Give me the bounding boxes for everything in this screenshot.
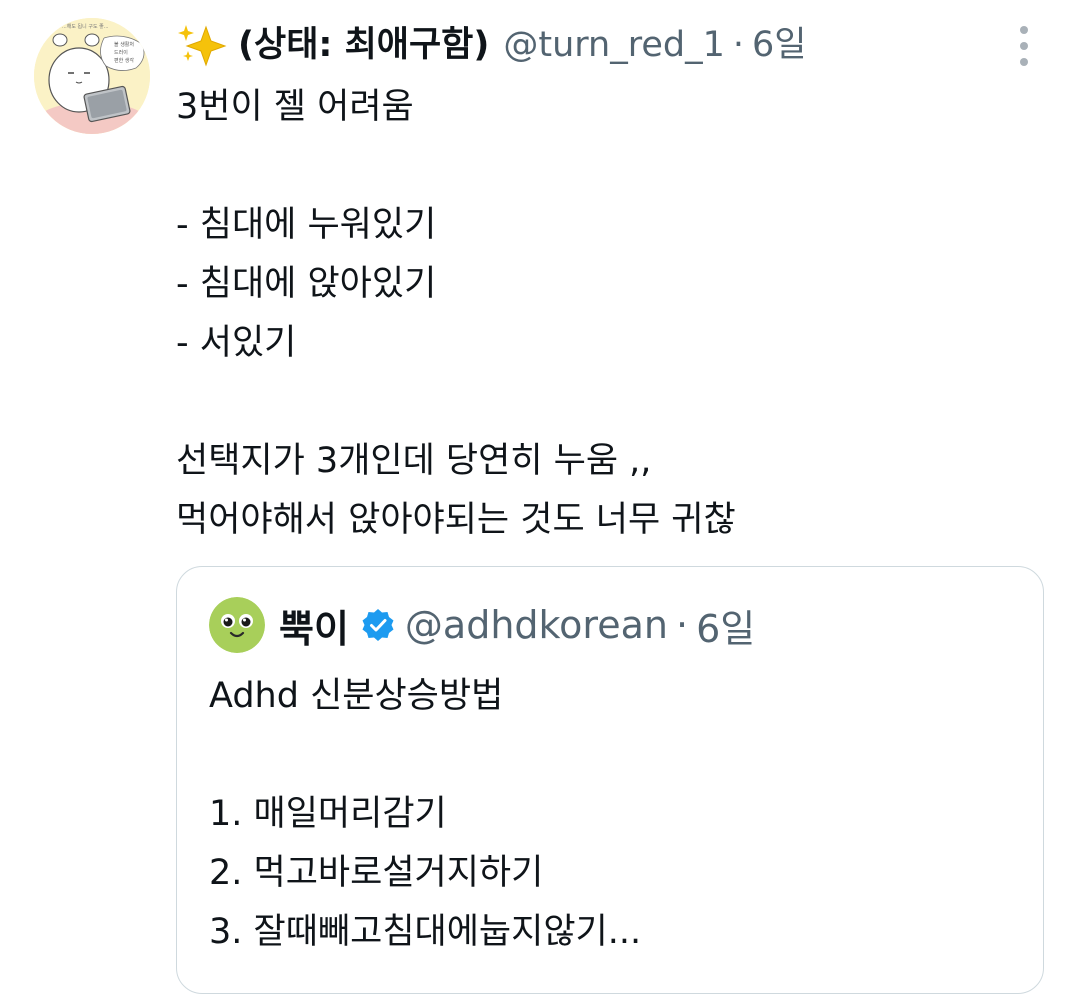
tweet-line: 먹어야해서 앉아야되는 것도 너무 귀찮: [176, 500, 736, 540]
quoted-author-display-name[interactable]: 뿍이: [279, 598, 349, 653]
tweet[interactable]: 볼 생활처 드러이 편한 생각 ...해도 됩니 구도 좋... (상태: 최애…: [0, 0, 1080, 1002]
avatar-doodle-text-3: 편한 생각: [114, 57, 134, 64]
tweet-line: [176, 137, 1036, 196]
quoted-header-separator: ·: [675, 603, 689, 647]
quoted-author-avatar[interactable]: [209, 597, 265, 653]
quoted-tweet-line: Adhd 신분상승방법: [209, 676, 504, 716]
author-handle[interactable]: @turn_red_1: [503, 20, 725, 70]
avatar-doodle-text-2: 드러이: [114, 49, 128, 56]
author-display-name[interactable]: (상태: 최애구함): [238, 20, 489, 70]
tweet-line: 3번이 젤 어려움: [176, 87, 414, 127]
tweet-body: 3번이 젤 어려움 - 침대에 누워있기 - 침대에 앉아있기 - 서있기 선택…: [176, 78, 1036, 550]
tweet-line: - 침대에 앉아있기: [176, 264, 437, 304]
quoted-tweet-line: [209, 726, 1009, 785]
tweet-line: - 서있기: [176, 323, 297, 363]
quoted-tweet-body: Adhd 신분상승방법 1. 매일머리감기 2. 먹고바로설거지하기 3. 잘때…: [209, 667, 1009, 962]
tweet-line: [176, 373, 1036, 432]
tweet-timestamp[interactable]: 6일: [752, 20, 806, 70]
verified-badge-icon: [362, 609, 394, 641]
tweet-line: - 침대에 누워있기: [176, 205, 437, 245]
quoted-tweet[interactable]: 뿍이 @adhdkorean · 6일 Adhd 신분상승방법 1. 매일머리감…: [176, 566, 1044, 994]
avatar-doodle-text-1: 볼 생활처: [114, 41, 134, 48]
quoted-tweet-line: 1. 매일머리감기: [209, 794, 447, 834]
header-separator: ·: [732, 25, 745, 65]
sparkles-icon: [178, 25, 227, 67]
quoted-tweet-line: 2. 먹고바로설거지하기: [209, 853, 544, 893]
quoted-tweet-header: 뿍이 @adhdkorean · 6일: [209, 595, 755, 655]
quoted-tweet-line: 3. 잘때빼고침대에눕지않기...: [209, 912, 642, 952]
tweet-header: (상태: 최애구함) @turn_red_1 · 6일: [176, 20, 807, 70]
quoted-tweet-timestamp[interactable]: 6일: [696, 598, 755, 653]
more-options-icon[interactable]: [1012, 26, 1036, 66]
avatar-doodle-text-0: ...해도 됩니 구도 좋...: [62, 23, 109, 30]
author-avatar[interactable]: 볼 생활처 드러이 편한 생각 ...해도 됩니 구도 좋...: [34, 18, 150, 134]
quoted-author-handle[interactable]: @adhdkorean: [405, 603, 668, 647]
tweet-line: 선택지가 3개인데 당연히 누움 ,,: [176, 441, 652, 481]
